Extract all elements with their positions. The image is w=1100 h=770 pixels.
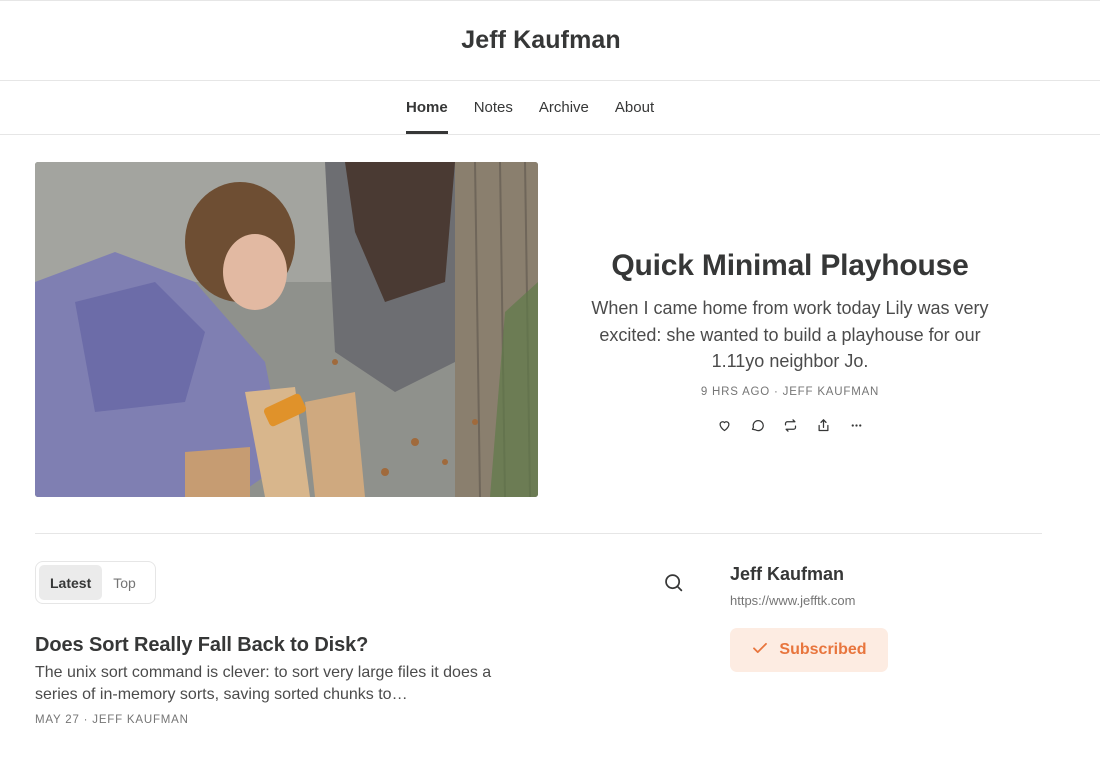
search-icon[interactable] (662, 571, 684, 593)
publication-sidebar: Jeff Kaufman https://www.jefftk.com Subs… (730, 562, 1050, 672)
tab-notes[interactable]: Notes (461, 81, 526, 134)
comment-icon[interactable] (748, 416, 767, 435)
sort-top-button[interactable]: Top (102, 565, 147, 600)
playhouse-photo (35, 162, 538, 497)
heart-icon[interactable] (715, 416, 734, 435)
checkmark-icon (751, 639, 769, 662)
featured-post-title[interactable]: Quick Minimal Playhouse (560, 246, 1020, 286)
tab-archive[interactable]: Archive (526, 81, 602, 134)
subscribed-button[interactable]: Subscribed (730, 628, 888, 672)
featured-post-meta: 9 HRS AGO · JEFF KAUFMAN (700, 385, 880, 398)
post-excerpt: The unix sort command is clever: to sort… (35, 664, 492, 703)
publication-url[interactable]: https://www.jefftk.com (730, 593, 1050, 608)
sort-latest-button[interactable]: Latest (39, 565, 103, 600)
section-divider (35, 533, 1042, 534)
tab-home[interactable]: Home (393, 81, 461, 134)
site-title[interactable]: Jeff Kaufman (461, 26, 621, 55)
publication-name: Jeff Kaufman (730, 564, 845, 584)
post-meta: MAY 27 · JEFF KAUFMAN (35, 714, 189, 726)
tab-about[interactable]: About (602, 81, 667, 134)
nav-tabs: Home Notes Archive About (393, 81, 667, 134)
featured-post-image[interactable] (35, 162, 538, 497)
restack-icon[interactable] (781, 416, 800, 435)
post-actions (560, 416, 1020, 435)
post-item[interactable]: Does Sort Really Fall Back to Disk? The … (35, 632, 505, 726)
featured-post: Quick Minimal Playhouse When I came home… (560, 246, 1020, 435)
subscribed-label: Subscribed (779, 641, 867, 658)
share-icon[interactable] (814, 416, 833, 435)
more-icon[interactable] (847, 416, 866, 435)
site-header: Jeff Kaufman (0, 0, 1100, 81)
post-title[interactable]: Does Sort Really Fall Back to Disk? (35, 632, 505, 658)
main-nav: Home Notes Archive About (0, 81, 1100, 135)
sort-toggle: Latest Top (35, 561, 156, 604)
featured-post-subtitle: When I came home from work today Lily wa… (591, 298, 989, 371)
